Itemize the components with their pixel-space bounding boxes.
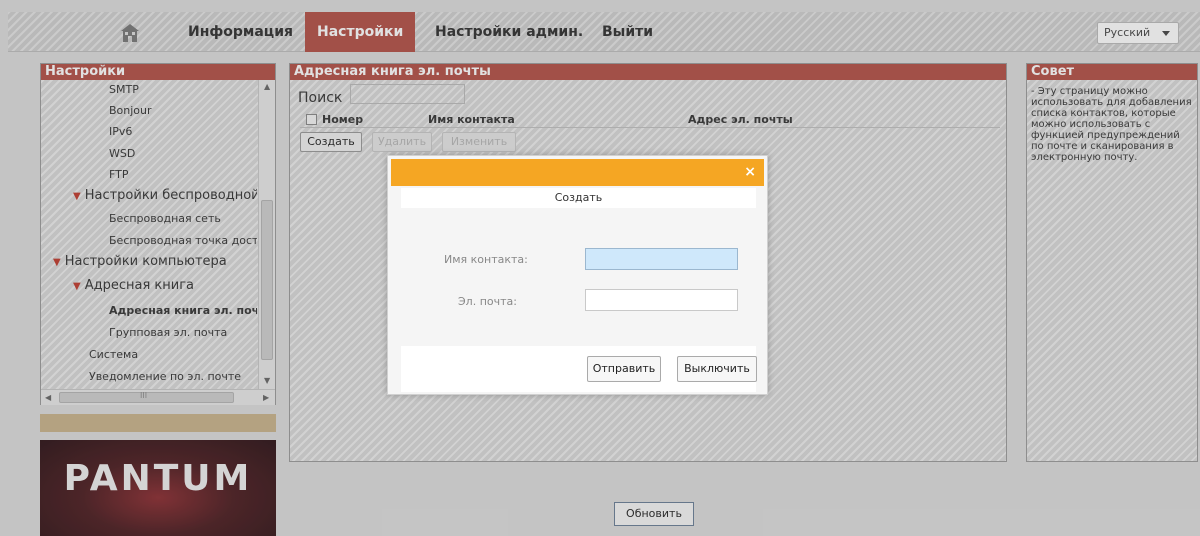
email-input[interactable] xyxy=(585,289,738,311)
contact-name-label: Имя контакта: xyxy=(444,253,528,266)
create-contact-dialog: × Создать Имя контакта: Эл. почта: Отпра… xyxy=(387,155,768,395)
submit-button[interactable]: Отправить xyxy=(587,356,661,382)
dialog-footer: Отправить Выключить xyxy=(401,346,757,392)
close-icon[interactable]: × xyxy=(744,164,756,180)
contact-name-input[interactable] xyxy=(585,248,738,270)
cancel-button[interactable]: Выключить xyxy=(677,356,757,382)
dialog-title: Создать xyxy=(401,188,756,208)
email-label: Эл. почта: xyxy=(458,295,517,308)
dialog-header: × xyxy=(391,159,764,186)
